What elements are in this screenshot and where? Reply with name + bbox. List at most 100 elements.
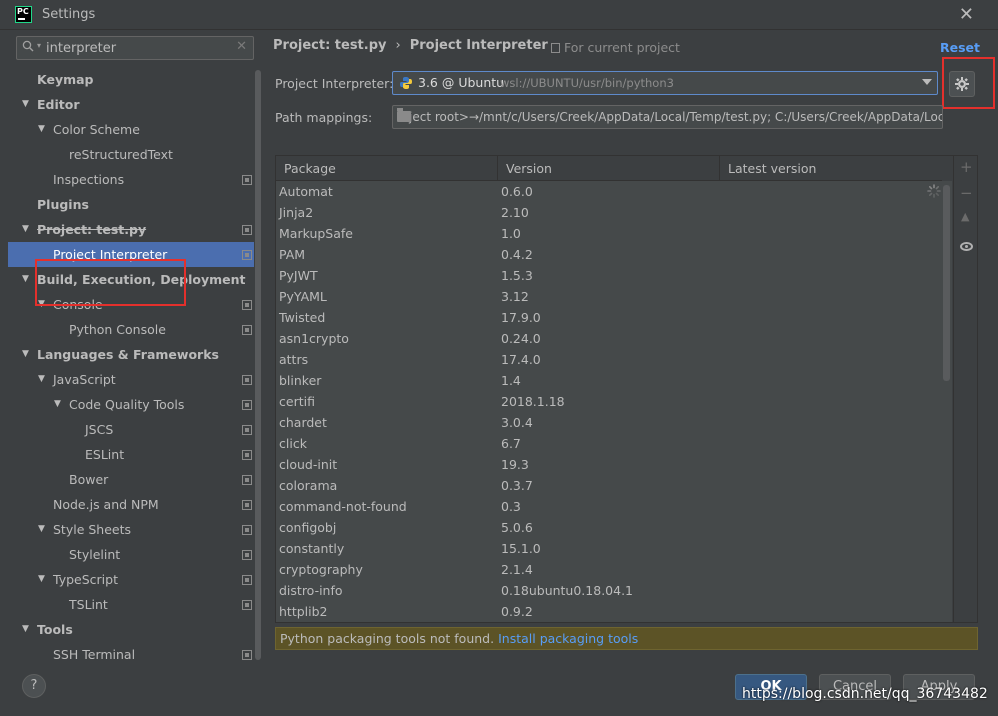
table-row[interactable]: configobj 5.0.6 [276,517,942,538]
table-row[interactable]: command-not-found 0.3 [276,496,942,517]
breadcrumb-project: Project: test.py [273,38,387,53]
clear-search-icon[interactable]: ✕ [236,39,247,54]
expand-arrow-icon[interactable]: ▼ [22,267,29,292]
upgrade-package-icon[interactable]: ▲ [961,210,969,223]
search-input[interactable] [46,39,236,57]
table-row[interactable]: httplib2 0.9.2 [276,601,942,622]
project-level-icon [242,225,252,235]
sidebar-item-label: TypeScript [53,572,118,587]
sidebar-item[interactable]: Plugins [8,192,254,217]
sidebar-item[interactable]: ▼ TypeScript [8,567,254,592]
table-row[interactable]: click 6.7 [276,433,942,454]
expand-arrow-icon[interactable]: ▼ [38,367,45,392]
table-row[interactable]: certifi 2018.1.18 [276,391,942,412]
sidebar-item[interactable]: Python Console [8,317,254,342]
sidebar-item[interactable]: Bower [8,467,254,492]
chevron-down-icon[interactable] [922,79,932,85]
packages-scrollbar-thumb[interactable] [943,185,950,381]
project-level-icon [242,525,252,535]
remove-package-icon[interactable]: − [960,184,973,202]
expand-arrow-icon[interactable]: ▼ [22,617,29,642]
table-row[interactable]: Jinja2 2.10 [276,202,942,223]
table-row[interactable]: blinker 1.4 [276,370,942,391]
package-name-cell: chardet [279,415,327,430]
package-name-cell: cloud-init [279,457,338,472]
sidebar-item-label: reStructuredText [69,147,173,162]
table-row[interactable]: Twisted 17.9.0 [276,307,942,328]
table-row[interactable]: PAM 0.4.2 [276,244,942,265]
reset-link[interactable]: Reset [940,40,980,55]
table-row[interactable]: PyYAML 3.12 [276,286,942,307]
table-row[interactable]: colorama 0.3.7 [276,475,942,496]
sidebar-item-label: Inspections [53,172,125,187]
sidebar-item[interactable]: JSCS [8,417,254,442]
sidebar-item-label: Keymap [37,72,94,87]
sidebar-item[interactable]: ▼ Editor [8,92,254,117]
expand-arrow-icon[interactable]: ▼ [38,517,45,542]
path-mappings-field[interactable]: roject root>→/mnt/c/Users/Creek/AppData/… [392,105,943,129]
column-header-version[interactable]: Version [498,156,720,181]
warning-text: Python packaging tools not found. [280,631,495,646]
expand-arrow-icon[interactable]: ▼ [22,92,29,117]
project-level-icon [242,550,252,560]
expand-arrow-icon[interactable]: ▼ [22,217,29,242]
package-version-cell: 5.0.6 [501,520,533,535]
sidebar-item[interactable]: ▼ Languages & Frameworks [8,342,254,367]
expand-arrow-icon[interactable]: ▼ [38,567,45,592]
sidebar-item[interactable]: ▼ Code Quality Tools [8,392,254,417]
project-level-icon [242,475,252,485]
sidebar-scrollbar[interactable] [254,30,262,660]
table-row[interactable]: asn1crypto 0.24.0 [276,328,942,349]
table-row[interactable]: constantly 15.1.0 [276,538,942,559]
sidebar-item[interactable]: Stylelint [8,542,254,567]
expand-arrow-icon[interactable]: ▼ [22,342,29,367]
table-row[interactable]: attrs 17.4.0 [276,349,942,370]
install-packaging-tools-link[interactable]: Install packaging tools [498,631,638,646]
package-name-cell: configobj [279,520,337,535]
sidebar-item[interactable]: Inspections [8,167,254,192]
sidebar-item-label: Editor [37,97,80,112]
project-level-icon [242,300,252,310]
package-version-cell: 0.3.7 [501,478,533,493]
eye-icon[interactable] [960,242,973,251]
table-row[interactable]: cryptography 2.1.4 [276,559,942,580]
column-header-package[interactable]: Package [276,156,498,181]
sidebar-item-label: JavaScript [53,372,116,387]
sidebar-item[interactable]: reStructuredText [8,142,254,167]
column-header-latest-version[interactable]: Latest version [720,156,942,181]
packages-scrollbar[interactable] [942,181,952,622]
folder-icon[interactable] [397,108,411,122]
sidebar-item[interactable]: Node.js and NPM [8,492,254,517]
sidebar-item[interactable]: ▼ Style Sheets [8,517,254,542]
sidebar-item-label: Node.js and NPM [53,497,159,512]
sidebar-item[interactable]: ▼ Project: test.py [8,217,254,242]
settings-search[interactable]: ▾ ✕ [16,36,254,60]
project-level-icon [242,650,252,660]
package-name-cell: blinker [279,373,322,388]
sidebar-item[interactable]: Keymap [8,67,254,92]
sidebar-item[interactable]: ESLint [8,442,254,467]
package-version-cell: 2.1.4 [501,562,533,577]
search-options-caret-icon[interactable]: ▾ [37,41,41,50]
close-icon[interactable]: ✕ [959,4,974,25]
sidebar-item-label: Stylelint [69,547,121,562]
sidebar-item[interactable]: ▼ Tools [8,617,254,642]
expand-arrow-icon[interactable]: ▼ [38,117,45,142]
table-row[interactable]: cloud-init 19.3 [276,454,942,475]
sidebar-item[interactable]: SSH Terminal [8,642,254,660]
sidebar-item[interactable]: ▼ JavaScript [8,367,254,392]
table-row[interactable]: MarkupSafe 1.0 [276,223,942,244]
breadcrumb-page: Project Interpreter [409,38,548,53]
package-name-cell: colorama [279,478,338,493]
expand-arrow-icon[interactable]: ▼ [54,392,61,417]
table-row[interactable]: Automat 0.6.0 [276,181,942,202]
interpreter-dropdown[interactable]: 3.6 @ Ubuntu wsl://UBUNTU/usr/bin/python… [392,71,938,95]
sidebar-item[interactable]: TSLint [8,592,254,617]
help-button[interactable]: ? [22,674,46,698]
table-row[interactable]: PyJWT 1.5.3 [276,265,942,286]
table-row[interactable]: distro-info 0.18ubuntu0.18.04.1 [276,580,942,601]
sidebar-scrollbar-thumb[interactable] [255,70,261,660]
table-row[interactable]: chardet 3.0.4 [276,412,942,433]
add-package-icon[interactable]: + [960,158,973,176]
sidebar-item[interactable]: ▼ Color Scheme [8,117,254,142]
